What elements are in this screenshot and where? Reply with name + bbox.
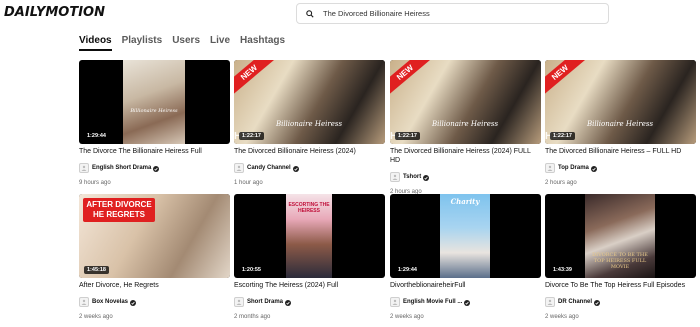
avatar[interactable] [545, 163, 555, 173]
poster-title-text: Billionaire Heiress [586, 120, 654, 128]
poster-image: DIVORCE TO BE THE TOP HEIRESS FULL MOVIE [585, 194, 655, 278]
channel-name[interactable]: Top Drama [558, 165, 589, 171]
channel-row: DR Channel [545, 293, 696, 311]
poster-title-text: DIVORCE TO BE THE TOP HEIRESS FULL MOVIE [592, 252, 648, 270]
video-title[interactable]: DivortheblionaireheirFull [390, 281, 541, 290]
verified-icon [285, 293, 292, 311]
video-title[interactable]: The Divorced Billionaire Heiress – FULL … [545, 147, 696, 156]
video-thumbnail[interactable]: DIVORCE TO BE THE TOP HEIRESS FULL MOVIE… [545, 194, 696, 278]
video-card[interactable]: AFTER DIVORCE HE REGRETS 1:45:18 After D… [79, 194, 230, 320]
upload-age: 2 weeks ago [79, 314, 113, 320]
video-title[interactable]: Divorce To Be The Top Heiress Full Episo… [545, 281, 696, 290]
avatar[interactable] [545, 297, 555, 307]
duration-badge: 1:20:55 [239, 266, 264, 274]
channel-name[interactable]: Box Novelas [92, 299, 128, 305]
upload-age: 2 hours ago [545, 180, 577, 186]
channel-row: English Short Drama [79, 159, 230, 177]
video-card[interactable]: Billionaire Heiress NEW HD 1:22:17 The D… [545, 60, 696, 186]
video-card[interactable]: ESCORTING THE HEIRESS 1:20:55 Escorting … [234, 194, 385, 320]
avatar[interactable] [79, 163, 89, 173]
verified-icon [292, 159, 299, 177]
duration-badge: 1:22:17 [239, 132, 264, 140]
poster-title-text: Billionaire Heiress [130, 108, 178, 114]
channel-row: Box Novelas [79, 293, 230, 311]
video-card[interactable]: Billionaire Heiress NEW HD 1:22:17 The D… [234, 60, 385, 186]
channel-row: Short Drama [234, 293, 385, 311]
search-input[interactable]: The Divorced Billionaire Heiress [323, 9, 430, 18]
upload-age: 2 weeks ago [545, 314, 579, 320]
video-title[interactable]: The Divorced Billionaire Heiress (2024) [234, 147, 385, 156]
verified-icon [423, 168, 430, 186]
upload-age: 1 hour ago [234, 180, 263, 186]
avatar[interactable] [234, 297, 244, 307]
channel-row: English Movie Full ... [390, 293, 541, 311]
verified-icon [594, 293, 601, 311]
channel-row: Candy Channel [234, 159, 385, 177]
search-bar[interactable]: The Divorced Billionaire Heiress [296, 3, 609, 24]
channel-name[interactable]: Candy Channel [247, 165, 291, 171]
video-card[interactable]: Billionaire Heiress NEW HD 1:22:17 The D… [390, 60, 541, 195]
tab-live[interactable]: Live [210, 35, 230, 51]
tab-videos[interactable]: Videos [79, 35, 112, 51]
video-title[interactable]: After Divorce, He Regrets [79, 281, 230, 290]
video-thumbnail[interactable]: Charity 1:29:44 [390, 194, 541, 278]
video-thumbnail[interactable]: Billionaire Heiress NEW HD 1:22:17 [390, 60, 541, 144]
duration-badge: 1:22:17 [395, 132, 420, 140]
poster-title-text: Billionaire Heiress [431, 120, 499, 128]
avatar[interactable] [79, 297, 89, 307]
poster-image: ESCORTING THE HEIRESS [286, 194, 332, 278]
tab-users[interactable]: Users [172, 35, 200, 51]
avatar[interactable] [234, 163, 244, 173]
upload-age: 9 hours ago [79, 180, 111, 186]
channel-name[interactable]: DR Channel [558, 299, 592, 305]
duration-badge: 1:29:44 [395, 266, 420, 274]
upload-age: 2 months ago [234, 314, 271, 320]
upload-age: 2 weeks ago [390, 314, 424, 320]
verified-icon [590, 159, 597, 177]
poster-title-text: Charity [450, 197, 480, 206]
video-thumbnail[interactable]: Billionaire Heiress NEW HD 1:22:17 [545, 60, 696, 144]
poster-title-text: ESCORTING THE HEIRESS [288, 202, 330, 214]
poster-title-text: AFTER DIVORCE HE REGRETS [83, 198, 155, 222]
video-card[interactable]: DIVORCE TO BE THE TOP HEIRESS FULL MOVIE… [545, 194, 696, 320]
poster-image: Billionaire Heiress [123, 60, 185, 144]
video-title[interactable]: Escorting The Heiress (2024) Full [234, 281, 385, 290]
video-card[interactable]: Billionaire Heiress 1:29:44 The Divorce … [79, 60, 230, 186]
channel-name[interactable]: Tshort [403, 174, 421, 180]
video-card[interactable]: Charity 1:29:44 DivortheblionaireheirFul… [390, 194, 541, 320]
video-title[interactable]: The Divorce The Billionaire Heiress Full [79, 147, 230, 156]
result-tabs: Videos Playlists Users Live Hashtags [79, 35, 295, 51]
verified-icon [153, 159, 160, 177]
avatar[interactable] [390, 297, 400, 307]
poster-image: Charity [440, 194, 490, 278]
tab-hashtags[interactable]: Hashtags [240, 35, 285, 51]
tab-playlists[interactable]: Playlists [122, 35, 163, 51]
verified-icon [464, 293, 471, 311]
duration-badge: 1:22:17 [550, 132, 575, 140]
video-title[interactable]: The Divorced Billionaire Heiress (2024) … [390, 147, 541, 165]
video-thumbnail[interactable]: ESCORTING THE HEIRESS 1:20:55 [234, 194, 385, 278]
poster-title-text: Billionaire Heiress [275, 120, 343, 128]
channel-name[interactable]: English Short Drama [92, 165, 151, 171]
channel-row: Top Drama [545, 159, 696, 177]
dailymotion-logo[interactable]: DAILYMOTION [4, 5, 105, 21]
video-thumbnail[interactable]: Billionaire Heiress NEW HD 1:22:17 [234, 60, 385, 144]
verified-icon [130, 293, 137, 311]
duration-badge: 1:43:39 [550, 266, 575, 274]
channel-name[interactable]: English Movie Full ... [403, 299, 462, 305]
channel-row: Tshort [390, 168, 541, 186]
channel-name[interactable]: Short Drama [247, 299, 283, 305]
video-thumbnail[interactable]: AFTER DIVORCE HE REGRETS 1:45:18 [79, 194, 230, 278]
avatar[interactable] [390, 172, 400, 182]
video-thumbnail[interactable]: Billionaire Heiress 1:29:44 [79, 60, 230, 144]
duration-badge: 1:45:18 [84, 266, 109, 274]
duration-badge: 1:29:44 [84, 132, 109, 140]
search-icon[interactable] [297, 9, 323, 18]
